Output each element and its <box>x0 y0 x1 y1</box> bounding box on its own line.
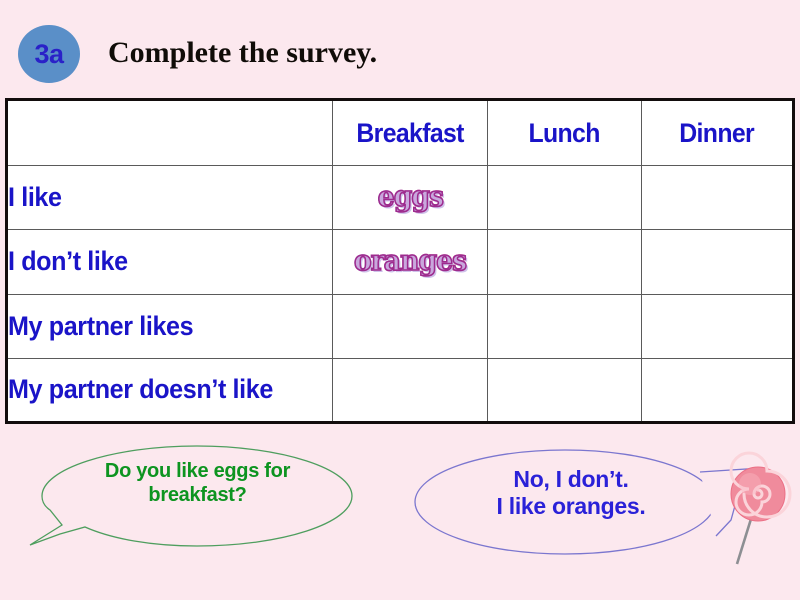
cell-i-like-lunch[interactable] <box>486 164 642 231</box>
page-title: Complete the survey. <box>108 36 378 69</box>
table-header-blank <box>19 99 321 166</box>
table-row: My partner likes <box>5 293 795 359</box>
cell-partner-doesnt-like-dinner[interactable] <box>640 357 795 424</box>
row-label-partner-doesnt-like: My partner doesn’t like <box>5 357 334 424</box>
answer-text: oranges <box>353 244 468 278</box>
cell-i-like-breakfast[interactable]: eggs <box>332 164 488 231</box>
cell-partner-likes-breakfast[interactable] <box>332 293 488 359</box>
table-header-breakfast: Breakfast <box>338 99 482 166</box>
slide-canvas: 3a Complete the survey. Breakfast Lunch … <box>0 0 800 600</box>
row-label-i-like: I like <box>5 164 334 231</box>
cell-partner-likes-dinner[interactable] <box>640 293 795 359</box>
cell-i-like-dinner[interactable] <box>640 164 795 231</box>
exercise-badge: 3a <box>18 25 80 83</box>
row-label-partner-likes: My partner likes <box>5 293 334 359</box>
cell-partner-doesnt-like-lunch[interactable] <box>486 357 642 424</box>
cell-i-dont-like-dinner[interactable] <box>640 229 795 295</box>
table-header-row: Breakfast Lunch Dinner <box>7 99 794 166</box>
table-row: I like eggs <box>5 164 795 231</box>
speech-bubble-right-text: No, I don’t. I like oranges. <box>496 466 646 520</box>
slide-header: 3a Complete the survey. <box>0 0 800 92</box>
cell-partner-doesnt-like-breakfast[interactable] <box>332 357 488 424</box>
cell-i-dont-like-breakfast[interactable]: oranges <box>332 229 488 295</box>
dialogue-area: Do you like eggs for breakfast? No, I do… <box>0 424 800 600</box>
exercise-badge-label: 3a <box>34 38 64 69</box>
cell-partner-likes-lunch[interactable] <box>486 293 642 359</box>
cell-i-dont-like-lunch[interactable] <box>486 229 642 295</box>
answer-text: eggs <box>377 180 445 214</box>
table-row: I don’t like oranges <box>5 229 795 295</box>
row-label-i-dont-like: I don’t like <box>5 229 334 295</box>
table-header-lunch: Lunch <box>492 99 636 166</box>
table-row: My partner doesn’t like <box>5 357 795 424</box>
speech-bubble-left-text: Do you like eggs for breakfast? <box>104 460 291 506</box>
table-header-dinner: Dinner <box>646 99 788 166</box>
survey-table: Breakfast Lunch Dinner I like eggs I don… <box>5 98 795 424</box>
